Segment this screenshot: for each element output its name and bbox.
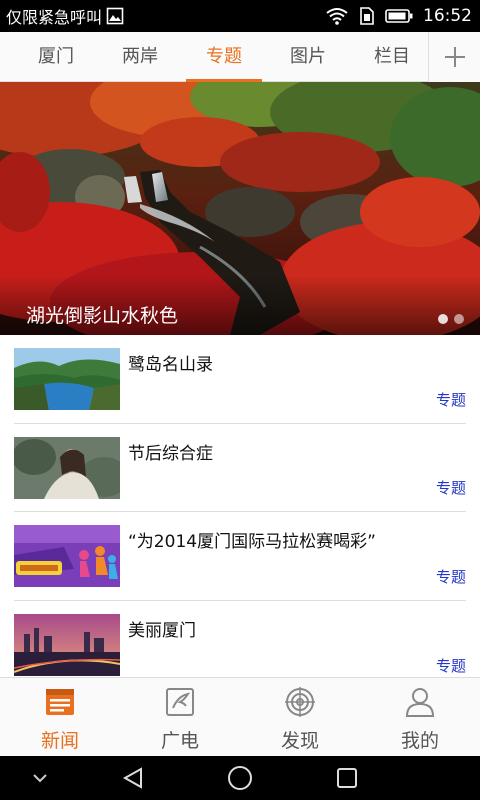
nav-discover[interactable]: 发现: [240, 678, 360, 757]
back-button[interactable]: [103, 756, 163, 800]
recents-button[interactable]: [317, 756, 377, 800]
recents-icon: [337, 768, 357, 788]
item-title: 节后综合症: [128, 443, 213, 464]
thumbnail-lake: [14, 348, 120, 410]
list-item[interactable]: 鹭岛名山录 专题: [14, 335, 466, 424]
featured-banner[interactable]: 湖光倒影山水秋色: [0, 82, 480, 335]
tab-special[interactable]: 专题: [184, 32, 264, 82]
home-icon: [228, 766, 252, 790]
status-left: 仅限紧急呼叫: [6, 0, 124, 32]
carrier-text: 仅限紧急呼叫: [6, 8, 103, 27]
nav-news[interactable]: 新闻: [0, 678, 120, 757]
banner-caption: 湖光倒影山水秋色: [26, 305, 179, 327]
thumbnail-portrait: [14, 436, 120, 499]
list-item[interactable]: “为2014厦门国际马拉松赛喝彩” 专题: [14, 512, 466, 601]
chevron-down-icon: [33, 774, 47, 783]
status-right: 16:52: [325, 0, 472, 32]
clock: 16:52: [423, 6, 472, 26]
wifi-icon: [326, 8, 348, 25]
image-icon: [106, 7, 124, 25]
battery-icon: [385, 9, 413, 23]
hide-nav-button[interactable]: [10, 756, 70, 800]
item-title: 美丽厦门: [128, 620, 196, 641]
broadcast-icon: [166, 688, 194, 716]
list-item[interactable]: 节后综合症 专题: [14, 424, 466, 512]
nav-label: 广电: [160, 730, 199, 752]
bottom-nav: 新闻 广电 发现 我的: [0, 677, 480, 756]
nav-label: 我的: [400, 730, 439, 752]
item-tag[interactable]: 专题: [436, 566, 466, 587]
plus-icon: [444, 47, 465, 67]
discover-icon: [285, 687, 315, 717]
carousel-indicator: [438, 314, 464, 324]
thumbnail-marathon: [14, 525, 120, 587]
nav-broadcast[interactable]: 广电: [120, 678, 240, 757]
tab-columns[interactable]: 栏目: [352, 32, 432, 82]
channel-tabbar: 厦门 两岸 专题 图片 栏目: [0, 32, 480, 82]
news-icon: [46, 689, 74, 715]
item-title: 鹭岛名山录: [128, 355, 213, 375]
home-button[interactable]: [210, 756, 270, 800]
item-tag[interactable]: 专题: [436, 477, 466, 498]
thumbnail-city-night: [14, 613, 120, 676]
tab-pictures[interactable]: 图片: [268, 32, 348, 82]
nav-label: 发现: [280, 730, 319, 752]
back-icon: [122, 767, 142, 789]
nav-label: 新闻: [40, 730, 79, 752]
profile-icon: [405, 688, 435, 717]
add-channel-button[interactable]: [428, 32, 480, 82]
carousel-dot: [454, 314, 464, 324]
status-bar: 仅限紧急呼叫 16:52: [0, 0, 480, 32]
item-tag[interactable]: 专题: [436, 655, 466, 676]
item-title: “为2014厦门国际马拉松赛喝彩”: [128, 532, 376, 552]
carousel-dot: [438, 314, 448, 324]
tab-xiamen[interactable]: 厦门: [16, 32, 96, 82]
tab-cross-strait[interactable]: 两岸: [100, 32, 180, 82]
sim-icon: [360, 7, 374, 25]
topic-list: 鹭岛名山录 专题 节后综合症 专题 “为2014厦门国际马拉松赛喝彩” 专题 美…: [0, 335, 480, 689]
nav-profile[interactable]: 我的: [360, 678, 480, 757]
system-nav-bar: [0, 756, 480, 800]
item-tag[interactable]: 专题: [436, 389, 466, 410]
list-item[interactable]: 美丽厦门 专题: [14, 601, 466, 690]
